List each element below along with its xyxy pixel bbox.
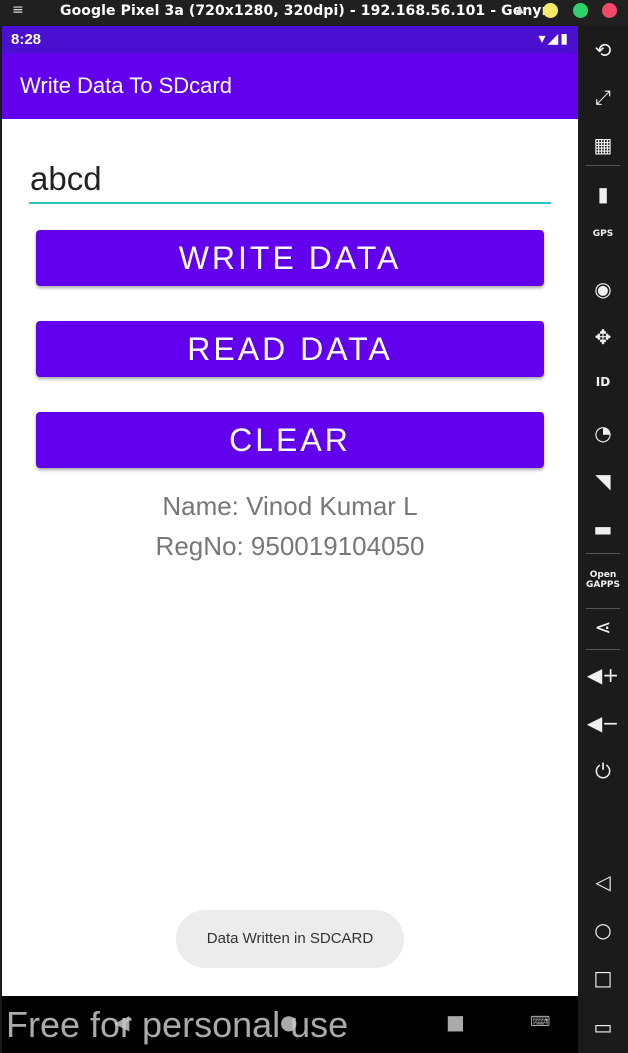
hamburger-icon[interactable]: ≡ bbox=[12, 2, 24, 18]
phone-screen: 8:28 ▾◢▮ Write Data To SDcard WRITE DATA… bbox=[2, 26, 578, 996]
home-icon[interactable]: ○ bbox=[578, 918, 628, 942]
disk-icon[interactable]: ◔ bbox=[578, 421, 628, 445]
move-icon[interactable]: ✥ bbox=[578, 325, 628, 349]
regno-text: RegNo: 950019104050 bbox=[155, 531, 425, 561]
volume-down-icon[interactable]: ◀− bbox=[578, 711, 628, 735]
close-button[interactable] bbox=[602, 3, 617, 18]
menu-icon[interactable]: ▭ bbox=[578, 1015, 628, 1039]
id-icon[interactable]: ID bbox=[578, 376, 628, 388]
battery-icon[interactable]: ▮ bbox=[578, 182, 628, 206]
status-bar: 8:28 ▾◢▮ bbox=[2, 26, 578, 53]
emulator-toolbar: ⟲ ⤢ ▦ ▮ GPS ◉ ✥ ID ◔ ◥ ▬ Open GAPPS ⋖ ◀+ … bbox=[578, 25, 628, 1053]
keyboard-icon[interactable]: ⌨ bbox=[530, 1014, 550, 1030]
minimize-button[interactable] bbox=[543, 3, 558, 18]
read-data-button[interactable]: READ DATA bbox=[36, 321, 544, 377]
watermark-text: Free for personal use bbox=[6, 1004, 349, 1045]
capture-icon[interactable]: ▦ bbox=[578, 133, 628, 157]
pixel-perfect-icon[interactable]: ⤢ bbox=[578, 85, 628, 109]
clear-button[interactable]: CLEAR bbox=[36, 412, 544, 468]
gps-icon[interactable]: GPS bbox=[578, 229, 628, 239]
status-time: 8:28 bbox=[11, 31, 42, 48]
nav-recent-icon[interactable]: ■ bbox=[446, 1010, 465, 1034]
app-title: Write Data To SDcard bbox=[20, 73, 232, 98]
name-text: Name: Vinod Kumar L bbox=[162, 491, 418, 521]
open-gapps-icon[interactable]: Open GAPPS bbox=[578, 570, 628, 590]
data-input-field[interactable] bbox=[29, 156, 551, 204]
recent-apps-icon[interactable]: □ bbox=[578, 966, 628, 990]
sms-icon[interactable]: ▬ bbox=[578, 517, 628, 541]
app-bar: Write Data To SDcard bbox=[2, 53, 578, 119]
camera-icon[interactable]: ◉ bbox=[578, 277, 628, 301]
volume-up-icon[interactable]: ◀+ bbox=[578, 663, 628, 687]
toast-message: Data Written in SDCARD bbox=[176, 910, 404, 968]
emulator-title-bar: ≡ Google Pixel 3a (720x1280, 320dpi) - 1… bbox=[0, 0, 628, 25]
window-title: Google Pixel 3a (720x1280, 320dpi) - 192… bbox=[60, 3, 557, 19]
cast-icon[interactable]: ◥ bbox=[578, 469, 628, 493]
power-icon[interactable]: ⏻ bbox=[578, 759, 628, 783]
maximize-button[interactable] bbox=[573, 3, 588, 18]
rotate-icon[interactable]: ⟲ bbox=[578, 38, 628, 62]
status-icons: ▾◢▮ bbox=[538, 31, 570, 47]
minimize-caret-icon[interactable]: ▲ bbox=[516, 4, 524, 15]
write-data-button[interactable]: WRITE DATA bbox=[36, 230, 544, 286]
back-icon[interactable]: ◁ bbox=[578, 870, 628, 894]
share-icon[interactable]: ⋖ bbox=[578, 615, 628, 639]
data-input[interactable] bbox=[29, 156, 551, 202]
